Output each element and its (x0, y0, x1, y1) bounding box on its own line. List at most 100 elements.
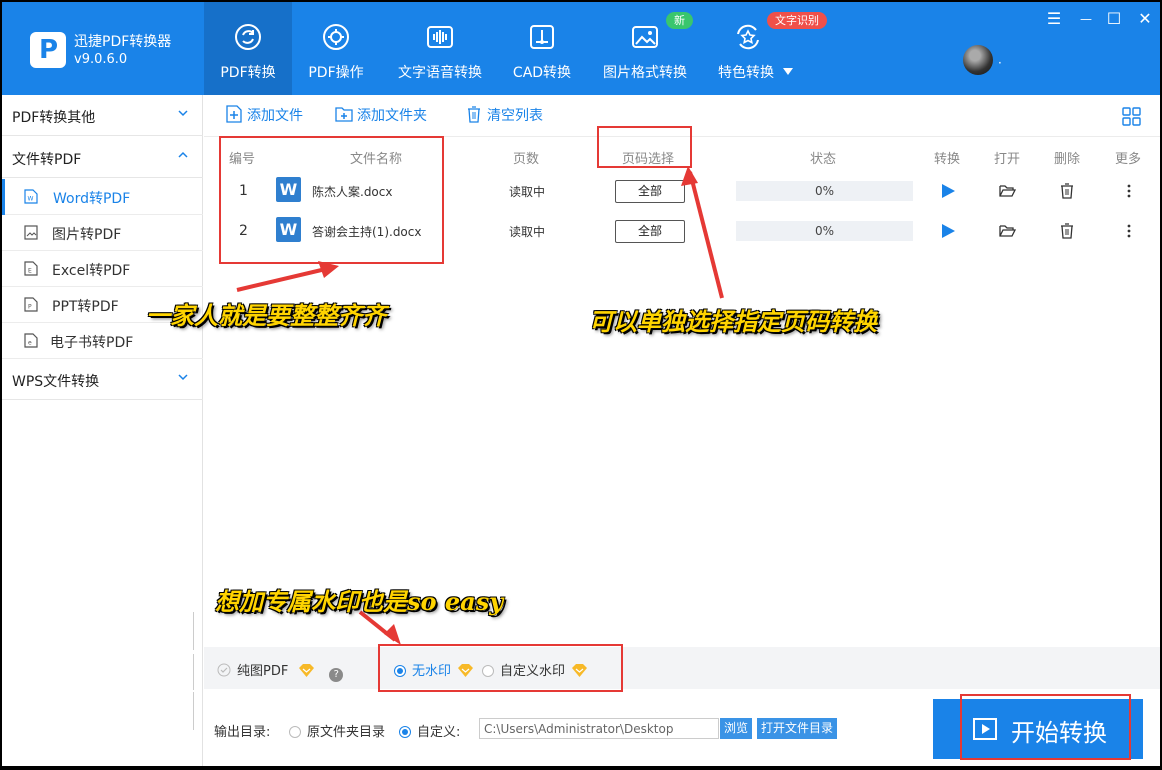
output-path-input[interactable] (479, 718, 719, 739)
caret-down-icon (783, 68, 793, 75)
source-folder-label: 原文件夹目录 (307, 725, 386, 740)
splitter-mark (193, 612, 194, 650)
image-pdf-label: 纯图PDF (237, 664, 289, 679)
highlight-box-file-list (219, 136, 444, 264)
sidebar-item-label: 图片转PDF (52, 227, 122, 243)
add-folder-icon (335, 107, 353, 122)
maximize-icon[interactable]: ☐ (1103, 8, 1125, 30)
top-bar: 迅捷PDF转换器 v9.0.6.0 PDF转换 PDF操作 文字语音转换 CAD… (0, 0, 1162, 95)
play-icon[interactable] (939, 182, 957, 200)
help-icon[interactable]: ? (329, 668, 344, 682)
excel-file-icon: E (24, 261, 38, 276)
grid-view-icon[interactable] (1122, 107, 1141, 126)
source-folder-option[interactable]: 原文件夹目录 (289, 721, 385, 740)
sidebar-group-label: WPS文件转换 (12, 374, 100, 390)
col-header-status: 状态 (810, 152, 837, 167)
tab-label: 文字语音转换 (398, 65, 482, 81)
vip-diamond-icon (299, 664, 315, 677)
window-frame-bottom (0, 766, 1162, 770)
sidebar-item-label: PPT转PDF (52, 299, 119, 315)
highlight-box-watermark (378, 644, 623, 692)
options-bar: 纯图PDF? 无水印 自定义水印 (204, 647, 1160, 689)
clear-list-label: 清空列表 (487, 108, 543, 124)
word-file-icon: W (24, 189, 38, 204)
image-pdf-option[interactable]: 纯图PDF? (217, 660, 344, 682)
more-vertical-icon[interactable] (1120, 222, 1138, 240)
add-file-icon (226, 105, 242, 123)
chevron-up-icon (178, 151, 188, 158)
sidebar-item-label: Excel转PDF (52, 263, 131, 279)
tab-pdf-operate[interactable]: PDF操作 (296, 2, 376, 95)
highlight-box-page-select (597, 126, 692, 168)
sidebar-group-wps[interactable]: WPS文件转换 (2, 359, 203, 400)
play-icon[interactable] (939, 222, 957, 240)
svg-text:E: E (28, 268, 32, 275)
add-folder-button[interactable]: 添加文件夹 (335, 105, 427, 125)
cad-icon (530, 25, 554, 49)
trash-icon[interactable] (1058, 222, 1076, 240)
progress-bar: 0% (736, 181, 913, 201)
col-header-more: 更多 (1115, 152, 1142, 167)
add-file-button[interactable]: 添加文件 (225, 105, 303, 125)
image-file-icon (24, 225, 38, 240)
sidebar-group-label: 文件转PDF (12, 152, 82, 168)
page-select-button[interactable]: 全部 (615, 180, 685, 203)
new-badge: 新 (666, 12, 693, 29)
more-vertical-icon[interactable] (1120, 182, 1138, 200)
sidebar-item-label: 电子书转PDF (50, 335, 134, 351)
chevron-down-icon (178, 110, 188, 117)
refresh-circle-icon (235, 24, 261, 50)
splitter-mark (193, 654, 194, 690)
ebook-file-icon: e (24, 333, 38, 348)
page-select-button[interactable]: 全部 (615, 220, 685, 243)
sidebar-group-pdf-other[interactable]: PDF转换其他 (2, 95, 203, 136)
tab-pdf-convert[interactable]: PDF转换 (204, 2, 292, 95)
highlight-box-start-button (960, 694, 1131, 760)
tab-label: PDF转换 (220, 65, 276, 81)
row-pages: 读取中 (509, 185, 546, 199)
app-name: 迅捷PDF转换器 (74, 34, 172, 50)
add-file-label: 添加文件 (247, 108, 303, 124)
star-refresh-icon (737, 24, 759, 50)
folder-open-icon[interactable] (998, 182, 1016, 200)
app-version: v9.0.6.0 (74, 52, 128, 67)
progress-bar: 0% (736, 221, 913, 241)
minimize-icon[interactable]: — (1075, 8, 1097, 30)
tab-label: CAD转换 (512, 65, 572, 81)
col-header-convert: 转换 (934, 152, 961, 167)
custom-folder-label: 自定义: (417, 725, 461, 740)
radio-selected-icon (399, 726, 411, 738)
menu-icon[interactable]: ☰ (1043, 8, 1065, 30)
check-circle-icon (217, 663, 231, 677)
custom-folder-option[interactable]: 自定义: (399, 721, 460, 740)
annotation-family: 一家人就是要整整齐齐 (146, 301, 386, 330)
sidebar-group-file-to-pdf[interactable]: 文件转PDF (2, 137, 203, 178)
clear-list-button[interactable]: 清空列表 (465, 105, 543, 125)
ppt-file-icon: P (24, 297, 38, 312)
gear-circle-icon (323, 24, 349, 50)
tab-cad-convert[interactable]: CAD转换 (504, 2, 580, 95)
trash-icon (468, 106, 480, 123)
app-logo-icon (30, 32, 66, 68)
tab-text-speech[interactable]: 文字语音转换 (388, 2, 492, 95)
row-pages: 读取中 (509, 225, 546, 239)
folder-open-icon[interactable] (998, 222, 1016, 240)
trash-icon[interactable] (1058, 182, 1076, 200)
sidebar-item-image-to-pdf[interactable]: 图片转PDF (2, 215, 203, 251)
svg-text:P: P (28, 304, 32, 311)
tab-label: 图片格式转换 (603, 65, 687, 81)
close-icon[interactable]: ✕ (1134, 8, 1156, 30)
open-folder-button[interactable]: 打开文件目录 (757, 718, 838, 739)
chevron-down-icon (178, 374, 188, 381)
annotation-watermark: 想加专属水印也是so easy (215, 587, 504, 616)
sidebar: PDF转换其他 文件转PDF W Word转PDF 图片转PDF E Excel… (0, 95, 203, 770)
user-avatar[interactable] (963, 45, 993, 75)
sidebar-item-word-to-pdf[interactable]: W Word转PDF (2, 179, 203, 215)
sidebar-item-label: Word转PDF (53, 191, 131, 207)
sidebar-group-label: PDF转换其他 (12, 110, 96, 126)
browse-button[interactable]: 浏览 (720, 718, 753, 739)
audio-wave-icon (427, 26, 453, 48)
col-header-delete: 删除 (1054, 152, 1081, 167)
image-icon (632, 26, 658, 48)
sidebar-item-excel-to-pdf[interactable]: E Excel转PDF (2, 251, 203, 287)
